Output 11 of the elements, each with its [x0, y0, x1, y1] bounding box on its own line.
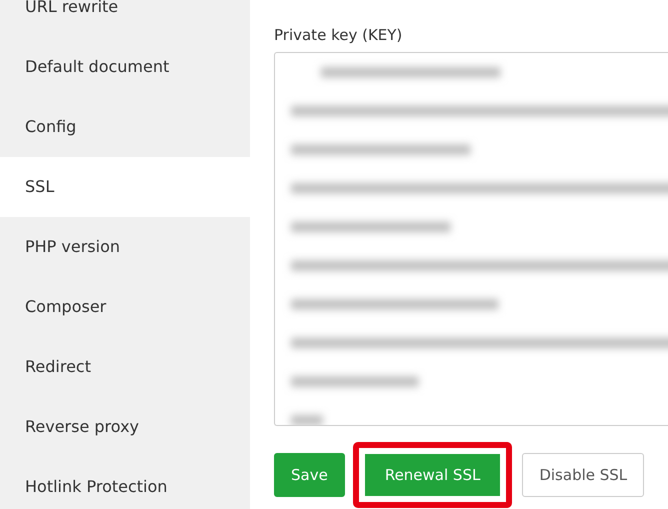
field-label: Private key (KEY) [274, 26, 402, 44]
sidebar-item[interactable]: Redirect [0, 337, 250, 397]
sidebar-item[interactable]: Composer [0, 277, 250, 337]
sidebar-item[interactable]: URL rewrite [0, 0, 250, 37]
sidebar-item[interactable]: PHP version [0, 217, 250, 277]
sidebar-item[interactable]: Config [0, 97, 250, 157]
sidebar-item[interactable]: Default document [0, 37, 250, 97]
secondary-button[interactable]: Disable SSL [522, 453, 644, 497]
sidebar-item[interactable]: Hotlink Protection [0, 457, 250, 509]
sidebar-item[interactable]: SSL [0, 157, 250, 217]
sidebar-item[interactable]: Reverse proxy [0, 397, 250, 457]
